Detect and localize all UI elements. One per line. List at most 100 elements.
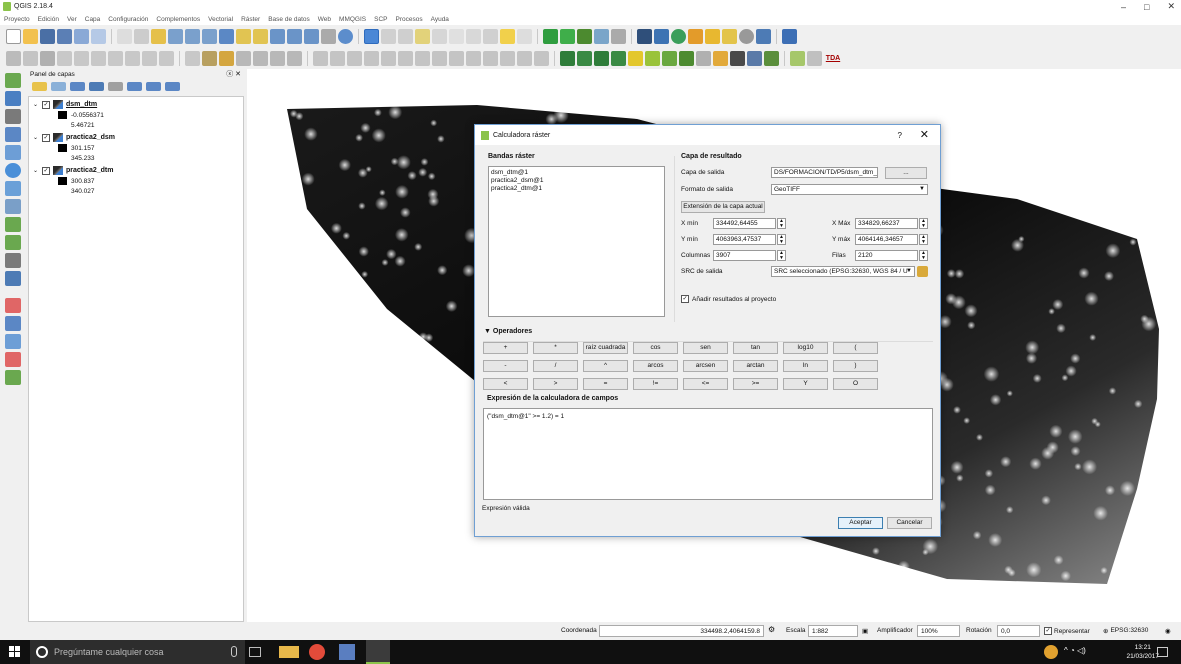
zoom-in-icon[interactable] — [168, 28, 183, 44]
band-item[interactable]: practica2_dsm@1 — [491, 177, 662, 185]
zoom-last-icon[interactable] — [270, 28, 285, 44]
layer-item-practica2-dtm[interactable]: ⌄ ✓ practica2_dtm — [33, 166, 113, 175]
toggle-extents-icon[interactable]: ⚙ — [768, 625, 775, 634]
new-project-icon[interactable] — [6, 28, 21, 44]
manage-visibility-icon[interactable] — [70, 81, 85, 91]
raster-plugin-8-icon[interactable] — [679, 50, 694, 66]
plugin-layers-icon[interactable] — [637, 28, 652, 44]
filter-expression-icon[interactable] — [108, 81, 123, 91]
plugin-bag-icon[interactable] — [611, 28, 626, 44]
add-wcs-icon[interactable] — [5, 181, 21, 196]
taskbar-search[interactable]: Pregúntame cualquier cosa — [30, 640, 245, 664]
band-item[interactable]: dsm_dtm@1 — [491, 169, 662, 177]
ymin-input[interactable]: 4063963,47537 — [713, 234, 776, 245]
output-layer-input[interactable]: DS/FORMACION/TD/P5/dsm_dtm_0 — [771, 167, 878, 178]
menu-capa[interactable]: Capa — [85, 16, 101, 23]
move-feature-icon[interactable] — [74, 50, 89, 66]
qgis-taskbar-icon[interactable] — [366, 640, 390, 664]
identify-icon[interactable] — [364, 28, 379, 44]
menu-web[interactable]: Web — [318, 16, 331, 23]
plugin-bar-icon[interactable] — [705, 28, 720, 44]
op-minus-button[interactable]: - — [483, 360, 528, 372]
zoom-layer-icon[interactable] — [253, 28, 268, 44]
field-calculator-icon[interactable] — [449, 28, 464, 44]
advanced-edit-14-icon[interactable] — [534, 50, 549, 66]
menu-vectorial[interactable]: Vectorial — [208, 16, 233, 23]
op-and-button[interactable]: Y — [783, 378, 828, 390]
new-temp-layer-icon[interactable] — [5, 370, 21, 385]
tray-app-icon[interactable] — [1044, 645, 1058, 659]
file-explorer-icon[interactable] — [279, 646, 299, 658]
zoom-full-icon[interactable] — [219, 28, 234, 44]
task-view-icon[interactable] — [249, 647, 261, 657]
remove-layer-icon[interactable] — [165, 81, 180, 91]
select-crs-icon[interactable] — [917, 266, 928, 277]
add-wfs-icon[interactable] — [5, 199, 21, 214]
add-vector-layer-icon[interactable] — [5, 73, 21, 88]
windows-start-icon[interactable] — [9, 646, 20, 657]
ymax-spinner[interactable]: ▲ ▼ — [919, 234, 928, 245]
kmz-icon[interactable] — [722, 28, 737, 44]
op-sin-button[interactable]: sen — [683, 342, 728, 354]
help-button[interactable]: ? — [898, 131, 902, 140]
add-spatialite-icon[interactable] — [5, 145, 21, 160]
columns-input[interactable]: 3907 — [713, 250, 776, 261]
op-close-paren-button[interactable]: ) — [833, 360, 878, 372]
raster-plugin-4-icon[interactable] — [611, 50, 626, 66]
label-tool-icon[interactable] — [185, 50, 200, 66]
menu-mmqgis[interactable]: MMQGIS — [339, 16, 366, 23]
advanced-edit-6-icon[interactable] — [398, 50, 413, 66]
op-open-paren-button[interactable]: ( — [833, 342, 878, 354]
copy-features-icon[interactable] — [142, 50, 157, 66]
action-icon[interactable] — [381, 28, 396, 44]
delete-selected-icon[interactable] — [108, 50, 123, 66]
advanced-edit-11-icon[interactable] — [483, 50, 498, 66]
xmax-spinner[interactable]: ▲ ▼ — [919, 218, 928, 229]
rows-input[interactable]: 2120 — [855, 250, 918, 261]
add-wms-icon[interactable] — [5, 163, 21, 178]
filter-legend-icon[interactable] — [89, 81, 104, 91]
new-shapefile-icon[interactable] — [5, 298, 21, 313]
pan-to-selection-icon[interactable] — [151, 28, 166, 44]
op-acos-button[interactable]: arcos — [633, 360, 678, 372]
op-plus-button[interactable]: + — [483, 342, 528, 354]
menu-proyecto[interactable]: Proyecto — [4, 16, 30, 23]
advanced-edit-12-icon[interactable] — [500, 50, 515, 66]
advanced-edit-3-icon[interactable] — [347, 50, 362, 66]
band-item[interactable]: practica2_dtm@1 — [491, 185, 662, 193]
accept-button[interactable]: Aceptar — [838, 517, 883, 529]
magnifier-field[interactable]: 100% — [917, 625, 960, 637]
label-pin-icon[interactable] — [202, 50, 217, 66]
raster-plugin-7-icon[interactable] — [662, 50, 677, 66]
layer-visibility-checkbox[interactable]: ✓ — [42, 100, 50, 109]
minimize-button[interactable]: – — [1121, 2, 1126, 12]
paste-features-icon[interactable] — [159, 50, 174, 66]
op-greater-button[interactable]: > — [533, 378, 578, 390]
plugin-circle-icon[interactable] — [739, 28, 754, 44]
op-less-equal-button[interactable]: <= — [683, 378, 728, 390]
advanced-edit-9-icon[interactable] — [449, 50, 464, 66]
expand-icon[interactable]: ⌄ — [33, 167, 39, 174]
op-equal-button[interactable]: = — [583, 378, 628, 390]
deselect-icon[interactable] — [415, 28, 430, 44]
composer-manager-icon[interactable] — [91, 28, 106, 44]
layer-item-dsm-dtm[interactable]: ⌄ ✓ dsm_dtm — [33, 100, 97, 109]
save-as-icon[interactable] — [57, 28, 72, 44]
operators-toggle[interactable]: ▼ Operadores — [484, 328, 532, 335]
op-cos-button[interactable]: cos — [633, 342, 678, 354]
touch-zoom-icon[interactable] — [117, 28, 132, 44]
bookmark-icon[interactable] — [321, 28, 336, 44]
layer-item-practica2-dsm[interactable]: ⌄ ✓ practica2_dsm — [33, 133, 115, 142]
map-tips-icon[interactable] — [500, 28, 515, 44]
new-gps-icon[interactable] — [5, 316, 21, 331]
add-mesh-layer-icon[interactable] — [5, 109, 21, 124]
op-ln-button[interactable]: ln — [783, 360, 828, 372]
label-highlight-icon[interactable] — [219, 50, 234, 66]
edit-pencil-icon[interactable] — [6, 50, 21, 66]
advanced-edit-10-icon[interactable] — [466, 50, 481, 66]
plugin-green-icon[interactable] — [543, 28, 558, 44]
op-divide-button[interactable]: / — [533, 360, 578, 372]
label-change-icon[interactable] — [287, 50, 302, 66]
plugin-globe-icon[interactable] — [671, 28, 686, 44]
raster-plugin-11-icon[interactable] — [747, 50, 762, 66]
